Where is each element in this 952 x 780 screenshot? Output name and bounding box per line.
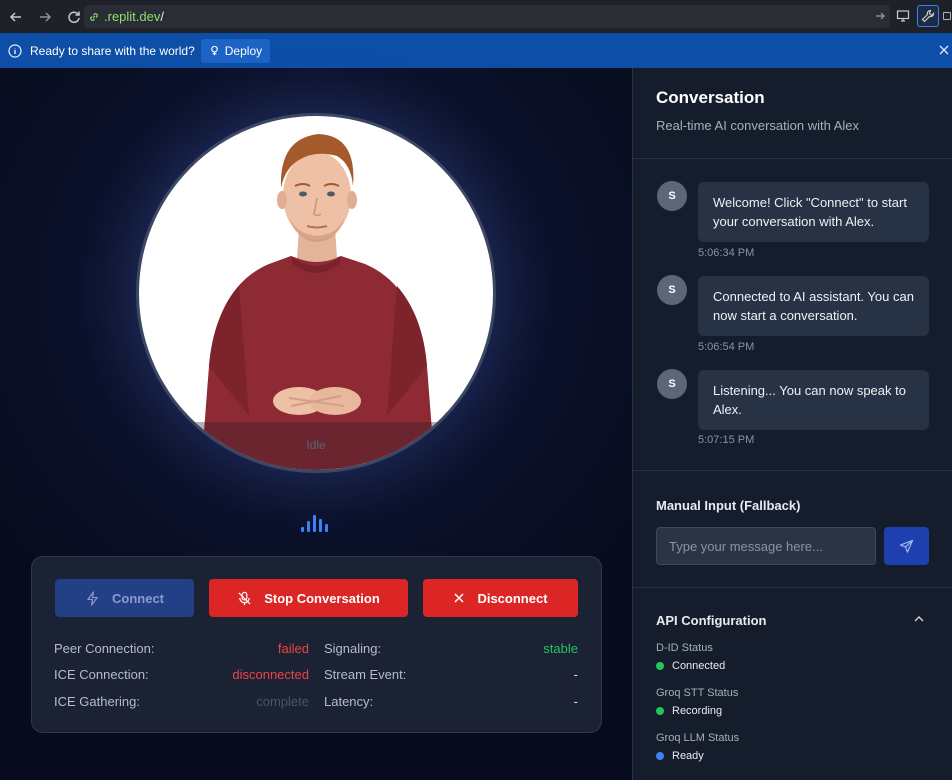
avatar-video: Idle (136, 113, 496, 473)
avatar-person-image (201, 134, 435, 470)
deploy-button[interactable]: Deploy (200, 38, 271, 63)
message-time: 5:06:54 PM (698, 341, 755, 353)
api-config-title: API Configuration (656, 613, 767, 628)
avatar: S (657, 275, 687, 305)
peer-connection-label: Peer Connection: (54, 641, 155, 656)
avatar-status-label: Idle (306, 438, 326, 452)
stream-event-label: Stream Event: (324, 667, 407, 682)
back-button[interactable] (3, 4, 29, 30)
lightning-icon (87, 590, 98, 606)
reload-icon (68, 11, 80, 23)
api-status-label: Groq STT Status (656, 687, 739, 699)
api-status-value: Ready (656, 750, 704, 762)
divider (633, 470, 952, 471)
connection-control-panel: Connect Stop Conversation Disconnect Pee… (31, 556, 602, 733)
signaling-value: stable (543, 641, 578, 656)
voice-activity-icon (301, 514, 328, 532)
address-bar[interactable]: .replit.dev/ (84, 5, 890, 28)
divider (633, 587, 952, 588)
disconnect-button[interactable]: Disconnect (423, 579, 578, 617)
status-dot-icon (656, 662, 664, 670)
api-status-value: Connected (656, 660, 725, 672)
info-icon (8, 43, 22, 58)
devtools-wrench-icon[interactable] (917, 5, 939, 27)
ice-connection-label: ICE Connection: (54, 667, 149, 682)
message-time: 5:06:34 PM (698, 247, 755, 259)
manual-input-title: Manual Input (Fallback) (656, 498, 801, 513)
panel-icon[interactable] (942, 5, 952, 27)
arrow-right-icon (40, 11, 52, 22)
message-bubble: Welcome! Click "Connect" to start your c… (698, 182, 929, 242)
conversation-title: Conversation (656, 88, 765, 107)
close-icon[interactable] (938, 43, 950, 61)
url-domain: .replit.dev (104, 9, 161, 24)
connect-button[interactable]: Connect (55, 579, 194, 617)
conversation-subtitle: Real-time AI conversation with Alex (656, 118, 860, 133)
status-dot-icon (656, 752, 664, 760)
disconnect-label: Disconnect (477, 590, 548, 606)
api-status-label: Groq LLM Status (656, 732, 740, 744)
status-text: Connected (672, 660, 726, 672)
message-bubble: Connected to AI assistant. You can now s… (698, 276, 929, 336)
latency-value: - (573, 694, 578, 709)
url-text: .replit.dev/ (104, 9, 164, 24)
message-input[interactable] (656, 527, 876, 565)
banner-message: Ready to share with the world? (30, 43, 195, 58)
stream-event-value: - (573, 667, 578, 682)
avatar: S (657, 181, 687, 211)
chevron-up-icon[interactable] (913, 612, 925, 630)
browser-actions (892, 5, 952, 27)
peer-connection-value: failed (277, 641, 309, 656)
ice-connection-value: disconnected (232, 667, 309, 682)
mic-off-icon (238, 591, 251, 605)
status-dot-icon (656, 707, 664, 715)
go-arrow-icon[interactable] (874, 9, 886, 27)
connect-label: Connect (112, 590, 164, 606)
send-icon (899, 539, 914, 553)
browser-toolbar: .replit.dev/ (0, 0, 952, 33)
x-icon (454, 593, 464, 603)
status-text: Recording (672, 705, 723, 717)
video-stage: Idle Connect Stop Conversation Disconnec… (0, 68, 632, 780)
status-text: Ready (672, 750, 704, 762)
url-path: / (160, 9, 164, 24)
send-button[interactable] (884, 527, 929, 565)
message-bubble: Listening... You can now speak to Alex. (698, 370, 929, 430)
ice-gathering-label: ICE Gathering: (54, 694, 140, 709)
latency-label: Latency: (324, 694, 374, 709)
ice-gathering-value: complete (256, 694, 309, 709)
forward-button[interactable] (32, 4, 58, 30)
stop-conversation-button[interactable]: Stop Conversation (209, 579, 408, 617)
divider (633, 158, 952, 159)
monitor-icon[interactable] (892, 5, 914, 27)
deploy-label: Deploy (224, 43, 263, 58)
message-time: 5:07:15 PM (698, 434, 755, 446)
deploy-banner: Ready to share with the world? Deploy (0, 33, 952, 68)
api-status-label: D-ID Status (656, 642, 713, 654)
link-icon (90, 12, 98, 21)
arrow-left-icon (9, 11, 21, 22)
conversation-sidebar: Conversation Real-time AI conversation w… (632, 68, 952, 780)
deploy-icon (210, 45, 218, 56)
avatar: S (657, 369, 687, 399)
signaling-label: Signaling: (324, 641, 382, 656)
api-status-value: Recording (656, 705, 722, 717)
stop-label: Stop Conversation (264, 590, 380, 606)
